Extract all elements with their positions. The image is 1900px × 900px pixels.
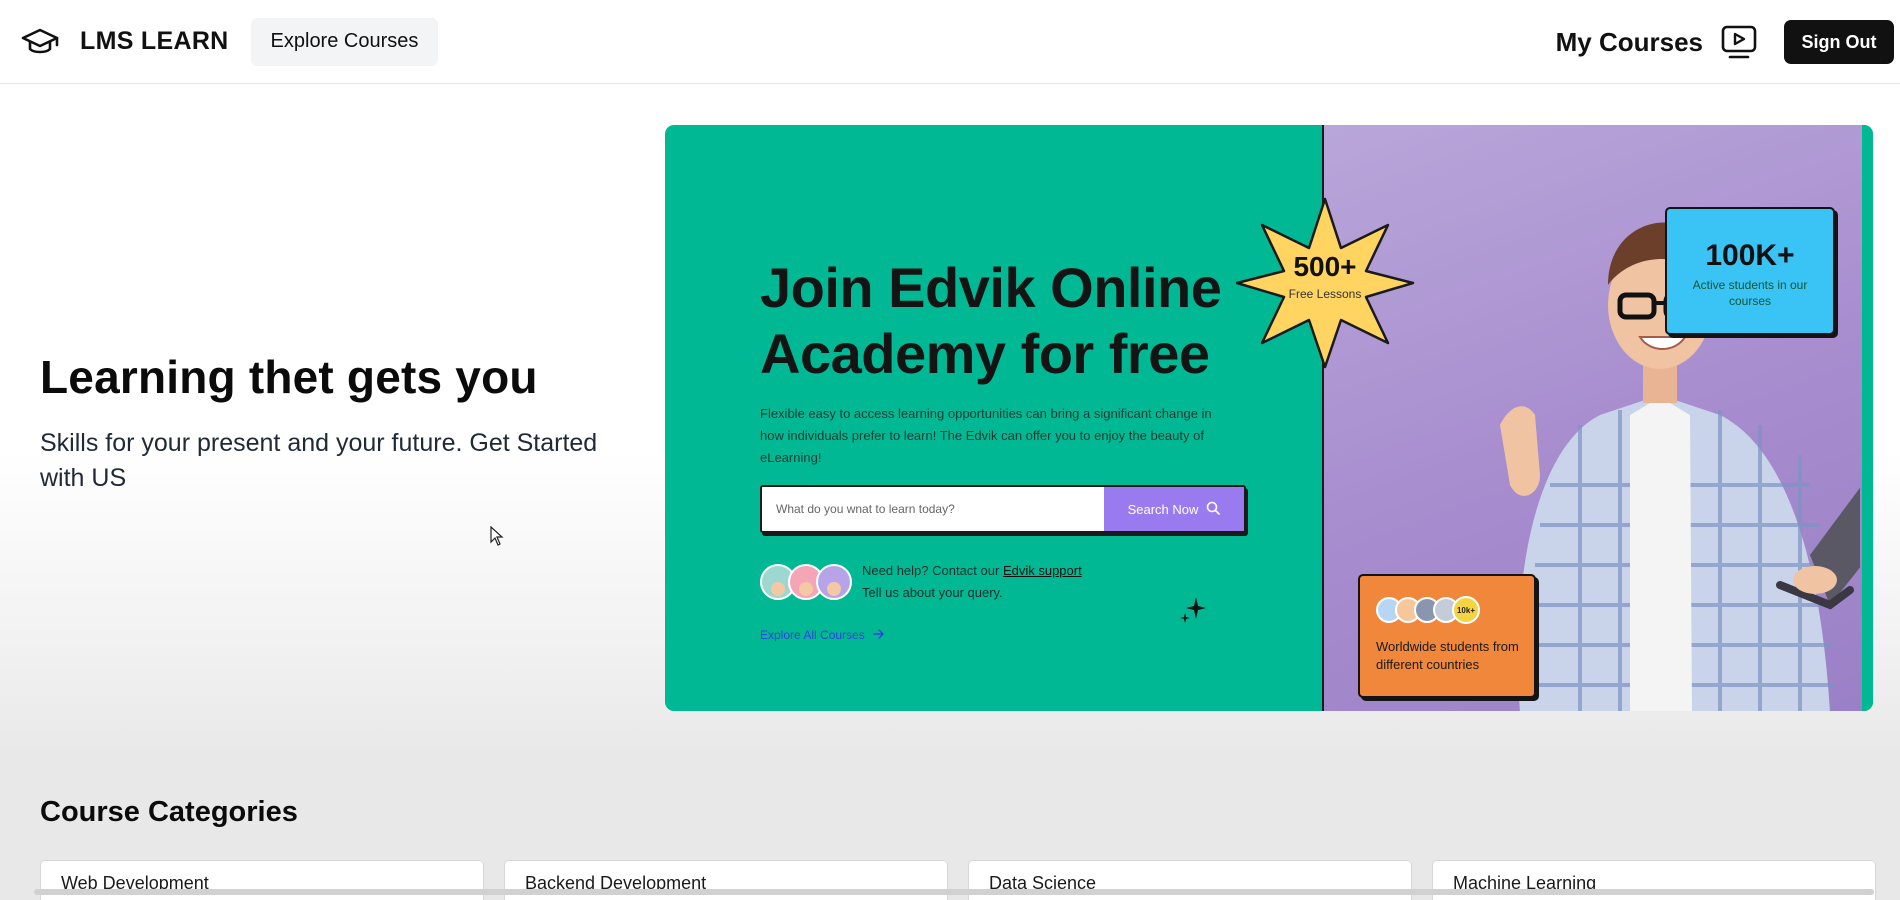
support-info: Need help? Contact our Edvik support Tel… — [760, 560, 1082, 604]
search-now-label: Search Now — [1127, 501, 1199, 517]
active-students-label: Active students in our courses — [1692, 278, 1808, 308]
worldwide-avatars: 10k+ — [1376, 596, 1534, 624]
course-categories-section: Course Categories Web Development Backen… — [0, 750, 1900, 900]
worldwide-students-label: Worldwide students from different countr… — [1376, 639, 1519, 672]
hero-title: Learning thet gets you — [40, 351, 538, 403]
video-play-icon[interactable] — [1719, 22, 1759, 62]
hero-subtitle: Skills for your present and your future.… — [40, 429, 598, 492]
support-avatars — [760, 564, 852, 600]
banner-title: Join Edvik Online Academy for free — [760, 256, 1222, 385]
arrow-right-icon — [873, 628, 885, 642]
top-navbar: LMS LEARN Explore Courses My Courses Sig… — [0, 0, 1900, 84]
graduation-cap-icon — [20, 22, 60, 62]
explore-all-label: Explore All Courses — [760, 628, 865, 642]
search-input[interactable] — [762, 487, 1104, 531]
banner-description: Flexible easy to access learning opportu… — [760, 406, 1212, 465]
course-categories-title: Course Categories — [40, 796, 298, 828]
support-line2: Tell us about your query. — [862, 585, 1003, 600]
header-actions: My Courses Sign Out — [1556, 20, 1894, 64]
support-link[interactable]: Edvik support — [1003, 563, 1082, 578]
explore-all-courses-link[interactable]: Explore All Courses — [760, 628, 885, 642]
active-students-number: 100K+ — [1705, 239, 1795, 272]
sign-out-button[interactable]: Sign Out — [1784, 20, 1894, 64]
support-prefix: Need help? Contact our — [862, 563, 1000, 578]
promo-banner: Join Edvik Online Academy for free Flexi… — [665, 125, 1873, 711]
active-students-card: 100K+ Active students in our courses — [1665, 207, 1835, 335]
search-icon — [1206, 501, 1221, 518]
free-lessons-badge: 500+ Free Lessons — [1235, 251, 1415, 301]
free-lessons-label: Free Lessons — [1288, 287, 1362, 301]
search-bar: Search Now — [760, 485, 1246, 533]
mouse-cursor-icon — [490, 525, 504, 551]
avatar — [816, 564, 852, 600]
free-lessons-number: 500+ — [1293, 251, 1357, 282]
sparkle-icon — [1178, 595, 1208, 630]
worldwide-students-card: 10k+ Worldwide students from different c… — [1358, 574, 1536, 698]
support-text: Need help? Contact our Edvik support Tel… — [862, 560, 1082, 604]
search-now-button[interactable]: Search Now — [1104, 487, 1244, 531]
explore-courses-button[interactable]: Explore Courses — [250, 17, 439, 66]
brand-name: LMS LEARN — [80, 27, 229, 55]
my-courses-link[interactable]: My Courses — [1556, 27, 1703, 58]
banner-edge — [1862, 125, 1873, 711]
horizontal-scrollbar[interactable] — [34, 889, 1874, 895]
brand[interactable]: LMS LEARN — [20, 22, 229, 62]
hero-text: Learning thet gets you Skills for your p… — [40, 350, 640, 496]
worldwide-count: 10k+ — [1452, 596, 1480, 624]
